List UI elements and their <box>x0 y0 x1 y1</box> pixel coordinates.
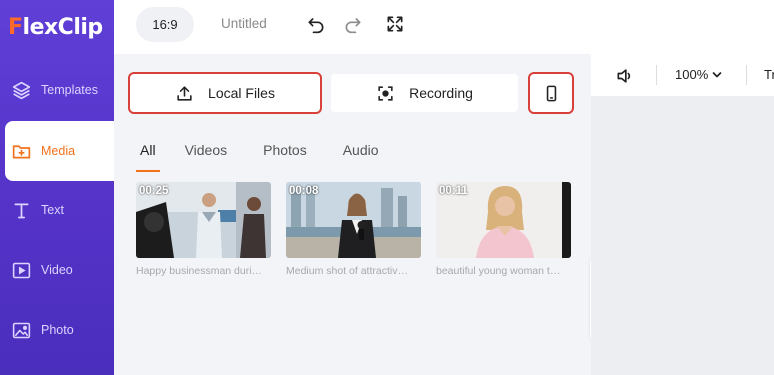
duration-label: 00:11 <box>439 185 468 197</box>
video-thumbnail: 00:11 <box>436 182 571 258</box>
recording-label: Recording <box>409 85 473 101</box>
tab-all[interactable]: All <box>136 142 160 172</box>
flexclip-logo[interactable]: FlexClip <box>8 12 103 42</box>
record-screen-icon <box>378 85 393 101</box>
fullscreen-icon[interactable] <box>384 13 406 35</box>
sidebar-item-label: Text <box>41 203 64 217</box>
sidebar-item-label: Media <box>41 144 76 158</box>
tab-videos[interactable]: Videos <box>185 142 228 166</box>
sidebar-item-label: Video <box>41 263 73 277</box>
duration-label: 00:08 <box>289 185 319 197</box>
sidebar-item-photo[interactable]: Photo <box>0 300 114 360</box>
volume-icon[interactable] <box>615 66 635 86</box>
media-caption: Medium shot of attractiv… <box>286 265 408 277</box>
tab-audio[interactable]: Audio <box>343 142 379 166</box>
redo-icon[interactable] <box>342 13 364 35</box>
media-item[interactable]: 00:11 beautiful young woman t… <box>436 182 571 277</box>
local-files-label: Local Files <box>208 85 275 101</box>
media-tabs: All Videos Photos Audio <box>132 142 379 172</box>
media-caption: beautiful young woman t… <box>436 265 561 277</box>
zoom-value: 100% <box>675 67 709 82</box>
undo-icon[interactable] <box>305 13 327 35</box>
video-thumbnail: 00:08 <box>286 182 421 258</box>
sidebar-item-video[interactable]: Video <box>0 240 114 300</box>
sidebar-item-label: Templates <box>41 83 98 97</box>
top-bar: 16:9 Untitled <box>114 0 774 54</box>
mobile-upload-button[interactable] <box>528 72 574 114</box>
tab-photos[interactable]: Photos <box>263 142 307 166</box>
editor-toolbar: 100% Tr <box>591 54 774 96</box>
duration-label: 00:25 <box>139 185 169 197</box>
folder-plus-icon <box>12 144 31 158</box>
video-play-icon <box>12 262 31 278</box>
image-icon <box>12 322 31 338</box>
sidebar-item-text[interactable]: Text <box>0 180 114 240</box>
divider <box>656 65 657 85</box>
sidebar-item-media[interactable]: Media <box>5 121 114 181</box>
toolbar-text-clipped[interactable]: Tr <box>764 67 774 82</box>
canvas-area[interactable] <box>591 96 774 375</box>
upload-icon <box>177 85 192 101</box>
project-title[interactable]: Untitled <box>221 16 267 31</box>
sidebar: FlexClip Templates Media Text Video Phot… <box>0 0 114 375</box>
layers-icon <box>12 81 31 99</box>
zoom-select[interactable]: 100% <box>675 67 722 82</box>
aspect-ratio-button[interactable]: 16:9 <box>136 7 194 42</box>
local-files-button[interactable]: Local Files <box>128 72 322 114</box>
recording-button[interactable]: Recording <box>331 74 518 112</box>
divider <box>746 65 747 85</box>
chevron-down-icon <box>712 71 722 77</box>
sidebar-item-label: Photo <box>41 323 74 337</box>
sidebar-item-templates[interactable]: Templates <box>0 60 114 120</box>
text-icon <box>14 203 29 218</box>
video-thumbnail: 00:25 <box>136 182 271 258</box>
media-caption: Happy businessman duri… <box>136 265 263 277</box>
phone-icon <box>546 85 556 101</box>
media-item[interactable]: 00:08 Medium shot of attractiv… <box>286 182 421 277</box>
media-panel: Local Files Recording All Videos Photos … <box>114 54 604 375</box>
media-item[interactable]: 00:25 Happy businessman duri… <box>136 182 271 277</box>
